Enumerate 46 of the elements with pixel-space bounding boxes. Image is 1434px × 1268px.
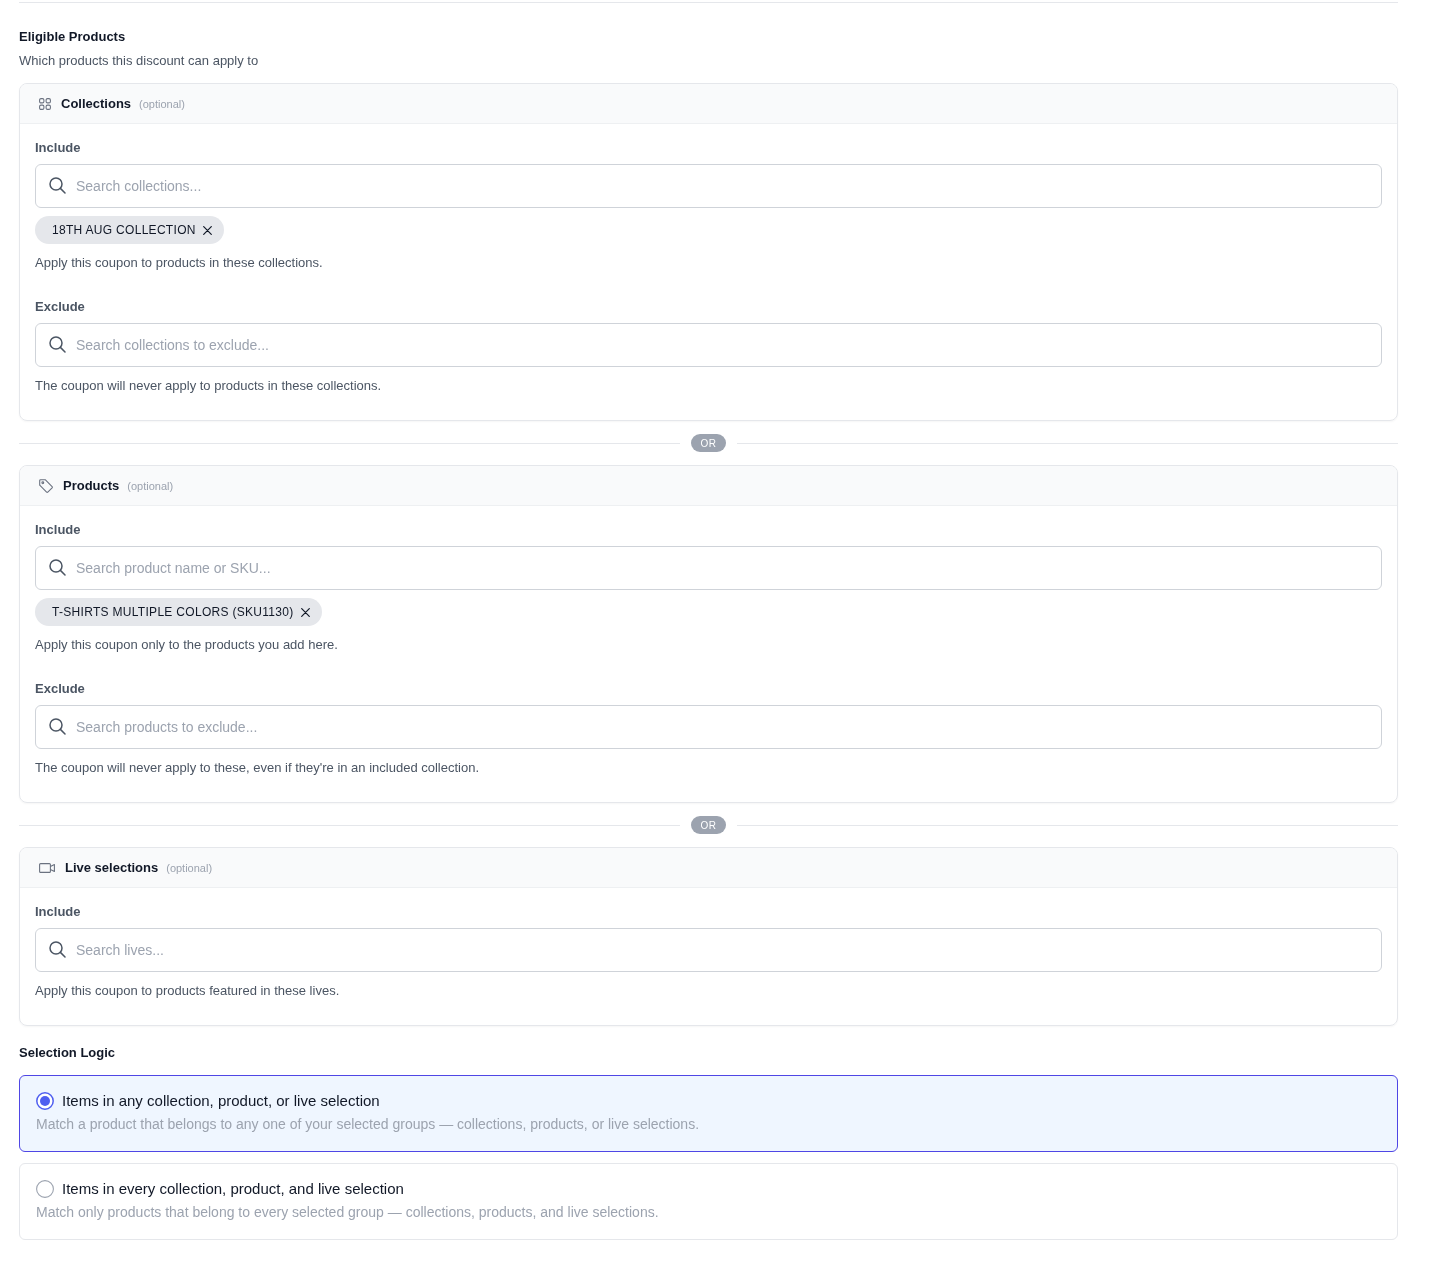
search-field[interactable]: Search collections... (35, 164, 1382, 208)
search-icon (49, 718, 66, 735)
card-title: Collections (61, 94, 132, 113)
radio-button[interactable] (36, 1092, 54, 1110)
option-label: Items in any collection, product, or live selection (62, 1091, 380, 1111)
help-text: The coupon will never apply to these, even if they're in an included collection. (35, 759, 481, 777)
search-icon (49, 336, 66, 353)
chip-label: T-SHIRTS MULTIPLE COLORS (SKU1130) (52, 605, 294, 619)
optional-note: (optional) (127, 478, 174, 494)
close-icon[interactable] (300, 607, 310, 617)
search-icon (49, 559, 66, 576)
tag-icon (39, 478, 53, 493)
search-icon (49, 177, 66, 194)
field-label: Include (35, 139, 82, 157)
help-text: Apply this coupon only to the products you add here. (35, 636, 339, 654)
section-title: Eligible Products (19, 28, 127, 46)
chip-label: 18TH AUG COLLECTION (52, 223, 196, 237)
help-text: Apply this coupon to products featured in these lives. (35, 982, 341, 1000)
selection-option[interactable]: Items in every collection, product, and live selection Match only products that belong to every selected group — collections, products, and live selections. (19, 1163, 1398, 1240)
field-label: Exclude (35, 680, 86, 698)
card-title: Live selections (65, 858, 159, 877)
search-field[interactable]: Search collections to exclude... (35, 323, 1382, 367)
optional-note: (optional) (139, 96, 185, 112)
field-label: Exclude (35, 298, 86, 316)
search-field[interactable]: Search product name or SKU... (35, 546, 1382, 590)
grid-icon (39, 97, 51, 110)
selection-option[interactable]: Items in any collection, product, or live selection Match a product that belongs to any one of your selected groups — collections, products, or live selections. (19, 1075, 1398, 1152)
field-label: Include (35, 521, 82, 539)
or-badge: OR (691, 434, 726, 452)
option-description: Match only products that belong to every selected group — collections, products, and live selections. (36, 1203, 660, 1222)
video-camera-icon (39, 862, 55, 873)
search-icon (49, 941, 66, 958)
section-subtitle: Which products this discount can apply to (19, 52, 260, 70)
option-description: Match a product that belongs to any one of your selected groups — collections, products, or live selections. (36, 1115, 701, 1134)
card-title: Products (63, 476, 120, 495)
help-text: The coupon will never apply to products in these collections. (35, 377, 383, 395)
optional-note: (optional) (166, 860, 213, 876)
search-field[interactable]: Search lives... (35, 928, 1382, 972)
search-field[interactable]: Search products to exclude... (35, 705, 1382, 749)
or-badge: OR (691, 816, 726, 834)
help-text: Apply this coupon to products in these collections. (35, 254, 324, 272)
selection-logic-title: Selection Logic (19, 1044, 117, 1062)
option-label: Items in every collection, product, and live selection (62, 1179, 404, 1199)
field-label: Include (35, 903, 82, 921)
close-icon[interactable] (202, 225, 212, 235)
radio-button[interactable] (36, 1180, 54, 1198)
